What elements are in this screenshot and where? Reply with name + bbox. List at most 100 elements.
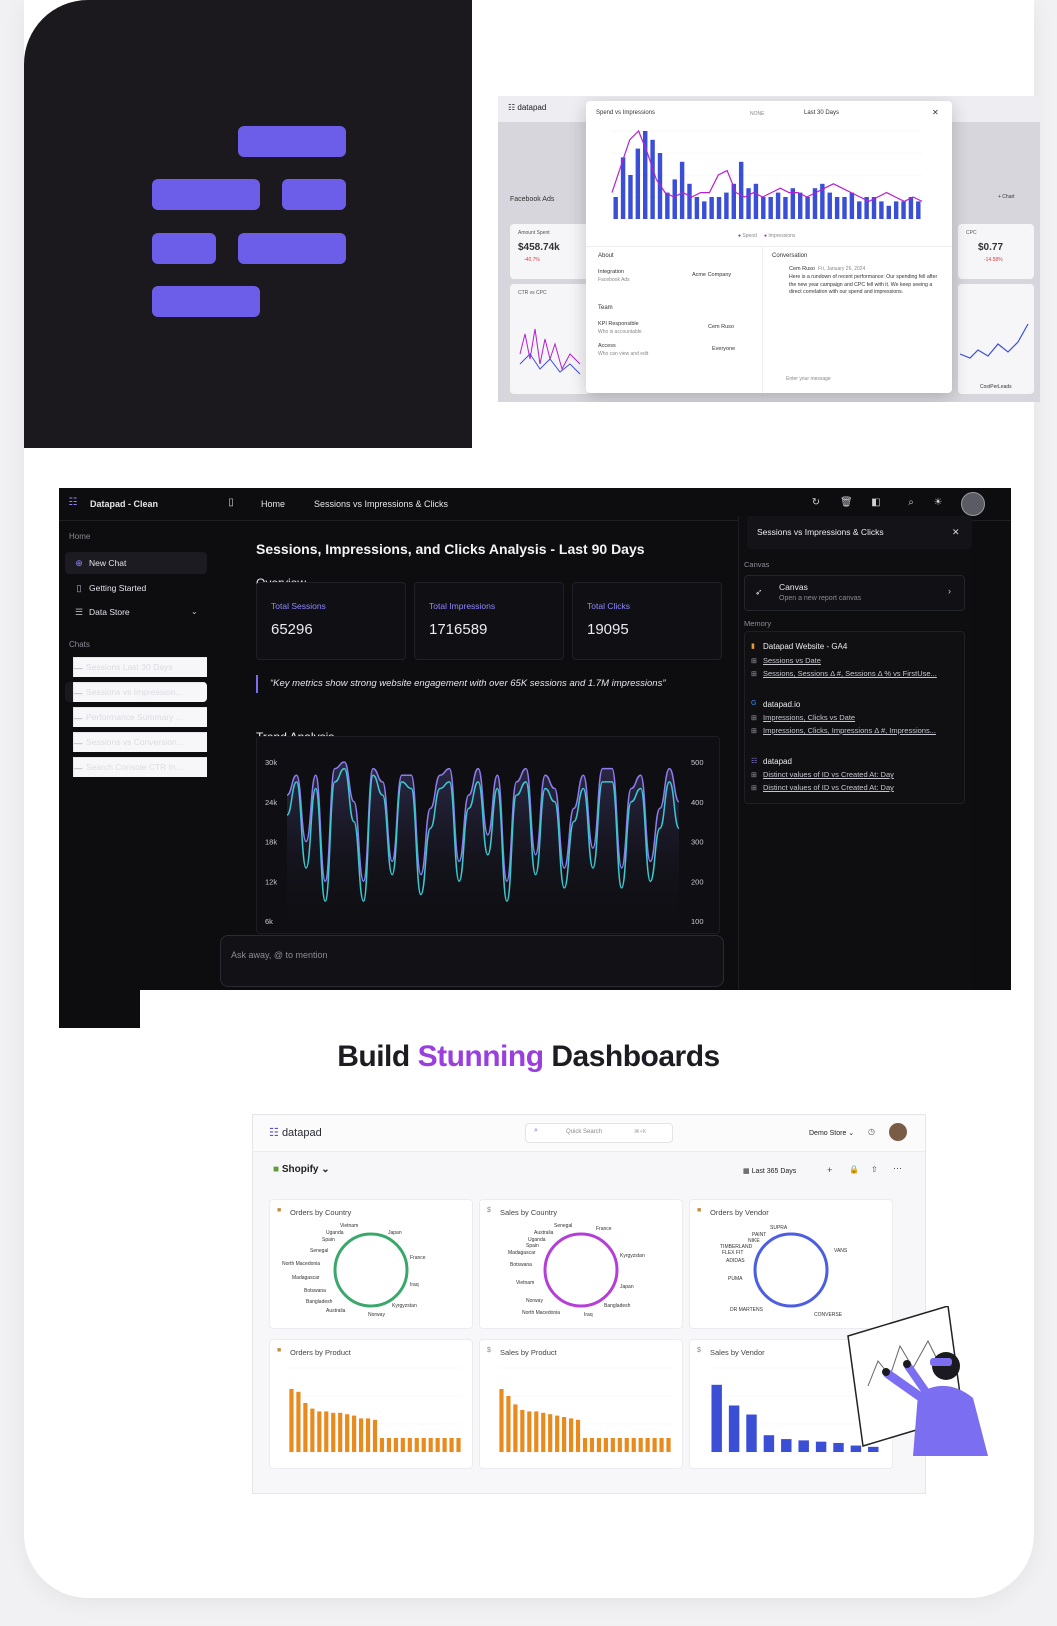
integration-select[interactable]: Acme Company <box>692 272 731 278</box>
spend-bar <box>798 192 803 219</box>
clock-icon[interactable]: ◷ <box>868 1127 875 1136</box>
memory-link[interactable]: Sessions, Sessions Δ #, Sessions Δ % vs … <box>763 669 958 678</box>
spend-bar <box>783 197 788 219</box>
access-sub: Who can view and edit <box>598 351 649 357</box>
bar <box>638 1438 643 1452</box>
canvas-section-label: Canvas <box>744 560 770 569</box>
bar <box>763 1435 775 1452</box>
trash-icon[interactable]: 🗑 <box>840 497 853 509</box>
add-icon[interactable]: + <box>827 1165 832 1175</box>
chat-item[interactable]: — Sessions vs Conversion... <box>65 732 207 752</box>
metric-label: Total Impressions <box>429 601 496 611</box>
metric-label: Total Clicks <box>587 601 630 611</box>
rocket-icon: ➶ <box>755 587 763 597</box>
spend-bar <box>679 161 685 219</box>
table-icon: ⊞ <box>751 772 757 779</box>
close-icon[interactable]: ✕ <box>952 527 960 538</box>
table-icon: ⊞ <box>751 671 757 678</box>
sidebar-item-getting-started[interactable]: ▯ Getting Started <box>65 577 207 599</box>
panel-icon[interactable]: ◧ <box>870 497 882 509</box>
share-icon[interactable]: ⇧ <box>871 1165 878 1174</box>
memory-link[interactable]: Distinct values of ID vs Created At: Day <box>763 770 958 779</box>
memory-link[interactable]: Sessions vs Date <box>763 656 958 665</box>
bar <box>562 1417 567 1452</box>
dashboard-preview: ☷ datapad ⌕ Quick Search ⌘+K Demo Store … <box>252 1114 926 1494</box>
logo-tile <box>24 0 472 448</box>
metric-value: 19095 <box>587 621 629 638</box>
spend-bar <box>665 192 670 219</box>
insight-quote: “Key metrics show strong website engagem… <box>256 675 730 693</box>
bar <box>372 1419 378 1452</box>
theme-icon[interactable]: ☀ <box>932 497 944 509</box>
message-input[interactable]: Enter your message <box>786 376 831 382</box>
chat-item[interactable]: — Sessions Last 30 Days <box>65 657 207 677</box>
bar <box>296 1391 301 1452</box>
bar <box>815 1441 827 1452</box>
sidebar-item-data-store[interactable]: ☰ Data Store ⌄ <box>65 601 207 623</box>
bar <box>428 1438 433 1452</box>
spend-bar <box>842 197 847 219</box>
trend-area <box>287 762 679 933</box>
modal-date-range[interactable]: Last 30 Days <box>804 110 839 116</box>
spend-bar <box>849 192 855 219</box>
sidebar-toggle-icon[interactable]: ▯ <box>225 497 237 509</box>
date-range-select[interactable]: ▦ Last 365 Days <box>743 1167 796 1175</box>
bar <box>338 1412 343 1452</box>
refresh-icon[interactable]: ↻ <box>810 497 822 509</box>
ask-input[interactable]: Ask away, @ to mention <box>220 935 724 987</box>
legend-spend: ● Spend <box>738 233 757 239</box>
integration-sub: Facebook Ads <box>598 277 630 283</box>
spend-bar <box>753 183 759 219</box>
spend-bar <box>805 197 810 219</box>
spend-bar <box>901 201 906 219</box>
more-icon[interactable]: ⋯ <box>893 1163 902 1174</box>
bar <box>456 1438 461 1452</box>
canvas-button[interactable]: ➶ Canvas Open a new report canvas › <box>744 575 965 611</box>
memory-link[interactable]: Impressions, Clicks vs Date <box>763 713 958 722</box>
ask-placeholder: Ask away, @ to mention <box>231 950 328 960</box>
spend-bar <box>628 175 633 219</box>
app-bottom-strip <box>59 990 140 1028</box>
sidebar-item-new-chat[interactable]: ⊕ New Chat <box>65 552 207 574</box>
chart-add-button[interactable]: + Chart <box>998 194 1015 200</box>
breadcrumb-home[interactable]: Home <box>261 499 285 509</box>
spend-bar <box>709 197 714 219</box>
bar <box>421 1438 426 1452</box>
memory-source: datapad <box>763 757 792 766</box>
quick-search-input[interactable]: ⌕ Quick Search ⌘+K <box>525 1123 673 1143</box>
team-title: Team <box>598 305 613 311</box>
chat-item[interactable]: — Sessions vs Impression... <box>65 682 207 702</box>
bar <box>568 1418 574 1452</box>
lock-icon[interactable]: 🔒 <box>849 1165 859 1174</box>
workspace-name[interactable]: Datapad - Clean <box>90 499 158 509</box>
conversation-text: Here is a rundown of recent performance:… <box>789 274 938 295</box>
bar <box>499 1389 504 1452</box>
headline-accent: Stunning <box>417 1040 544 1073</box>
chat-item[interactable]: — Performance Summary ... <box>65 707 207 727</box>
avatar[interactable] <box>889 1123 907 1141</box>
access-select[interactable]: Everyone <box>712 346 735 352</box>
datapad-small-logo-icon: ☷ <box>68 497 78 508</box>
search-icon[interactable]: ⌕ <box>905 497 917 509</box>
bar <box>393 1438 398 1452</box>
card-sales-by-product: $ Sales by Product <box>479 1339 683 1469</box>
spend-impressions-modal: Spend vs Impressions NONE Last 30 Days ✕… <box>586 101 952 393</box>
store-select[interactable]: Demo Store ⌄ <box>809 1129 854 1137</box>
source-select[interactable]: ■ Shopify ⌄ <box>273 1164 330 1175</box>
avatar[interactable] <box>961 492 985 516</box>
kpi-select[interactable]: Cem Ruso <box>708 324 734 330</box>
memory-link[interactable]: Impressions, Clicks, Impressions Δ #, Im… <box>763 726 958 735</box>
close-icon[interactable]: ✕ <box>932 108 939 117</box>
spend-bar <box>775 192 781 219</box>
spend-bar <box>731 183 736 219</box>
spend-bar <box>761 197 766 219</box>
y-tick-label: 30k <box>265 758 277 767</box>
chat-item[interactable]: — Search Console CTR In... <box>65 757 207 777</box>
canvas-title: Canvas <box>779 582 808 592</box>
memory-link[interactable]: Distinct values of ID vs Created At: Day <box>763 783 958 792</box>
bar <box>711 1384 722 1452</box>
bar <box>386 1438 392 1452</box>
trend-chart: 30k 24k 18k 12k 6k 500 400 300 200 100 <box>256 736 720 934</box>
bar <box>449 1438 454 1452</box>
spend-bar <box>687 183 692 219</box>
